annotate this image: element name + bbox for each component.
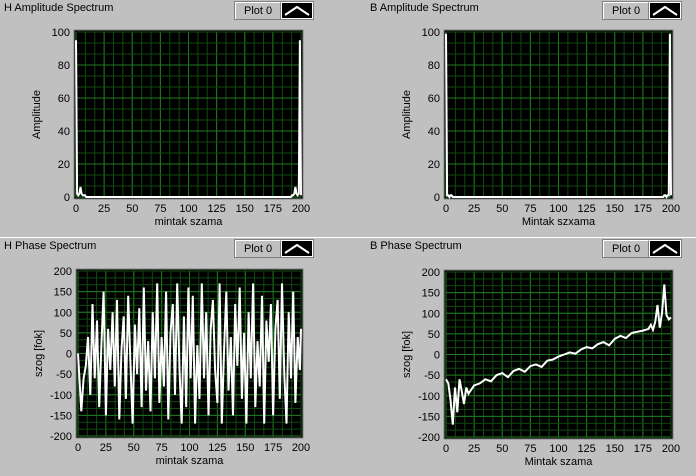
y-tick-label: 20 [428,159,440,171]
h-phase-panel: H Phase Spectrum Plot 0 0 25 50 75 100 125 150… [0,238,348,476]
x-tick-label: 125 [577,203,595,215]
y-axis-label: Amplitude [401,90,413,139]
y-axis-label: szog [fok] [33,330,45,377]
x-tick-label: 125 [577,443,595,455]
x-tick-label: 75 [524,443,536,455]
y-tick-label: 40 [58,126,70,138]
h-amplitude-chart: 0 25 50 75 100 125 150 175 200020406080100mintak… [31,27,310,228]
x-tick-label: 150 [606,203,624,215]
y-tick-label: -50 [424,370,440,382]
y-tick-label: 200 [422,267,440,279]
h-phase-chart: 0 25 50 75 100 125 150 175 200 -200 -150 -100 -50 0 50… [33,266,310,467]
x-tick-label: 50 [496,203,508,215]
y-axis-label: szog [fok] [401,331,413,378]
y-tick-label: 50 [428,329,440,341]
y-tick-label: 80 [428,60,440,72]
y-tick-label: 50 [60,328,72,340]
app-window: { "chart_data": [ { "type": "line", "tit… [0,0,696,476]
b-phase-chart: 0 25 50 75 100 125 150 175 200 -200 -150 -100 -50 0 50… [401,267,680,468]
b-amplitude-chart: 0 25 50 75 100 125 150 175 200020406080100Mintak… [401,27,680,228]
x-tick-label: 150 [236,203,254,215]
x-tick-label: 0 [75,442,81,454]
x-tick-label: 75 [154,203,166,215]
x-tick-label: 75 [156,442,168,454]
y-tick-label: -200 [418,432,440,444]
b-phase-panel: B Phase Spectrum Plot 0 0 25 50 75 100 125 150… [366,238,696,476]
x-tick-label: 200 [662,443,680,455]
x-tick-label: 150 [606,443,624,455]
x-tick-label: 25 [98,203,110,215]
y-tick-label: 40 [428,126,440,138]
x-tick-label: 50 [128,442,140,454]
x-tick-label: 100 [180,442,198,454]
x-axis-label: mintak szama [155,216,224,228]
y-tick-label: 150 [422,288,440,300]
x-tick-label: 25 [100,442,112,454]
y-tick-label: 100 [422,27,440,39]
x-tick-label: 200 [662,203,680,215]
x-tick-label: 200 [292,442,310,454]
x-tick-label: 100 [549,203,567,215]
b-amplitude-panel: B Amplitude Spectrum Plot 0 0 25 50 75 100 12… [366,0,696,238]
y-tick-label: 0 [434,192,440,204]
y-tick-label: 0 [434,350,440,362]
panel-divider [0,237,696,238]
x-axis-label: mintak szama [156,455,225,467]
y-tick-label: 60 [58,93,70,105]
x-tick-label: 50 [496,443,508,455]
x-tick-label: 100 [179,203,197,215]
x-tick-label: 175 [264,442,282,454]
y-tick-label: 100 [54,307,72,319]
x-tick-label: 100 [549,443,567,455]
x-tick-label: 0 [73,203,79,215]
x-tick-label: 175 [264,203,282,215]
x-tick-label: 0 [443,443,449,455]
y-tick-label: 200 [54,266,72,278]
x-tick-label: 125 [208,442,226,454]
y-tick-label: 100 [422,308,440,320]
y-tick-label: -200 [50,431,72,443]
y-tick-label: 60 [428,93,440,105]
h-amplitude-panel: H Amplitude Spectrum Plot 0 0 25 50 75 100 12… [0,0,348,238]
y-tick-label: 80 [58,60,70,72]
y-tick-label: -100 [418,391,440,403]
y-tick-label: 0 [66,349,72,361]
x-tick-label: 175 [634,443,652,455]
x-tick-label: 25 [468,443,480,455]
y-tick-label: 20 [58,159,70,171]
y-tick-label: 150 [54,287,72,299]
y-tick-label: 0 [64,192,70,204]
x-tick-label: 200 [292,203,310,215]
y-tick-label: -150 [418,411,440,423]
y-tick-label: -50 [56,369,72,381]
y-tick-label: 100 [52,27,70,39]
x-tick-label: 0 [443,203,449,215]
y-axis-label: Amplitude [31,90,43,139]
x-tick-label: 125 [207,203,225,215]
y-tick-label: -100 [50,390,72,402]
x-axis-label: Mintak szxama [522,216,596,228]
x-tick-label: 175 [634,203,652,215]
x-axis-label: Mintak szama [525,456,594,468]
x-tick-label: 25 [468,203,480,215]
x-tick-label: 75 [524,203,536,215]
y-tick-label: -150 [50,410,72,422]
x-tick-label: 50 [126,203,138,215]
x-tick-label: 150 [236,442,254,454]
